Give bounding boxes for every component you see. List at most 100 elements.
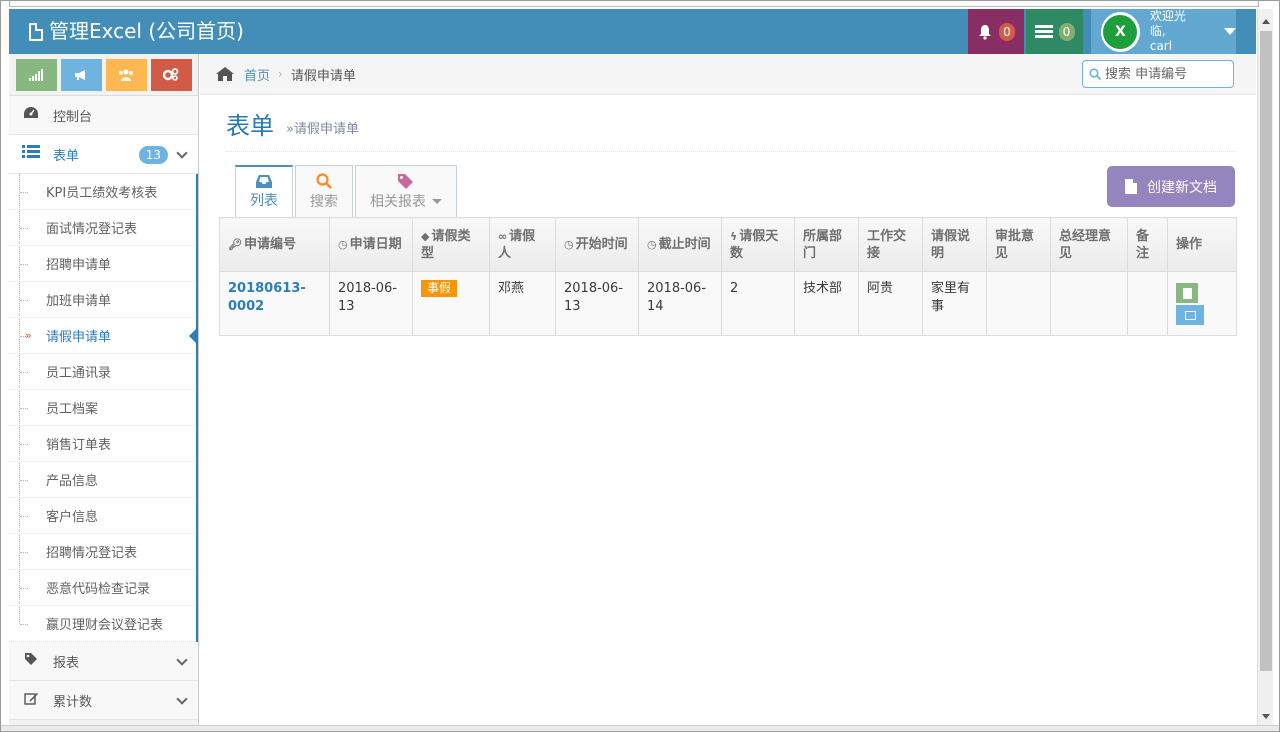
sidebar-shortcuts — [9, 54, 198, 96]
column-header-handover[interactable]: 工作交接 — [858, 217, 923, 272]
cell-actions — [1167, 271, 1237, 336]
scroll-down-arrow-icon[interactable] — [1262, 714, 1270, 719]
file-icon — [1182, 287, 1192, 299]
column-header-reason[interactable]: 请假说明 — [922, 217, 987, 272]
page-subtitle: »请假申请单 — [286, 121, 359, 137]
chevron-down-icon — [176, 693, 188, 705]
column-header-dept[interactable]: 所属部门 — [794, 217, 859, 272]
submenu-item[interactable]: 加班申请单 — [9, 282, 196, 318]
submenu-item[interactable]: 赢贝理财会议登记表 — [9, 606, 196, 642]
tag-icon: ◆ — [421, 229, 430, 243]
breadcrumb-home-link[interactable]: 首页 — [244, 65, 270, 84]
tab-label: 相关报表 — [370, 193, 426, 210]
home-icon[interactable] — [216, 67, 234, 81]
column-header-approval[interactable]: 审批意见 — [986, 217, 1051, 272]
clock-icon: ◷ — [338, 238, 348, 251]
breadcrumb: 首页 › 请假申请单 — [200, 54, 1256, 95]
table-header-row: 🔑︎ 申请编号 ◷ 申请日期 ◆ 请假类型 ∞ 请假人 ◷ 开始时间 ◷ 截止时间 ϟ 请假天… — [219, 217, 1237, 272]
column-header-days[interactable]: ϟ 请假天数 — [721, 217, 795, 272]
user-menu[interactable]: X 欢迎光临, carl — [1091, 9, 1236, 54]
column-header-gm-opinion[interactable]: 总经理意见 — [1050, 217, 1128, 272]
shortcut-settings-button[interactable] — [150, 58, 192, 91]
submenu-item[interactable]: 面试情况登记表 — [9, 210, 196, 246]
submenu-item[interactable]: 客户信息 — [9, 498, 196, 534]
column-header-id[interactable]: 🔑︎ 申请编号 — [219, 217, 330, 272]
submenu-item[interactable]: 招聘情况登记表 — [9, 534, 196, 570]
column-header-end[interactable]: ◷ 截止时间 — [638, 217, 722, 272]
view-document-button[interactable] — [1176, 283, 1198, 303]
submenu-item[interactable]: 产品信息 — [9, 462, 196, 498]
shortcut-stats-button[interactable] — [15, 58, 57, 91]
tab-label: 列表 — [250, 193, 278, 209]
column-header-label: 开始时间 — [575, 237, 628, 252]
chevron-down-icon — [176, 654, 188, 666]
submenu-item[interactable]: 恶意代码检查记录 — [9, 570, 196, 606]
create-document-button[interactable]: 创建新文档 — [1107, 166, 1235, 207]
breadcrumb-separator-icon: › — [278, 67, 283, 81]
app-brand[interactable]: 管理Excel (公司首页) — [29, 9, 244, 54]
tags-icon — [398, 173, 413, 189]
column-header-person[interactable]: ∞ 请假人 — [489, 217, 556, 272]
signal-icon — [29, 68, 43, 81]
tab-related-reports[interactable]: 相关报表 — [355, 165, 457, 217]
record-id-link[interactable]: 20180613-0002 — [228, 281, 306, 314]
sidebar-item-cumulative[interactable]: 累计数 — [9, 681, 198, 720]
sidebar-item-dashboard[interactable]: 控制台 — [9, 96, 198, 135]
submenu-item[interactable]: 员工通讯录 — [9, 354, 196, 390]
shortcut-users-button[interactable] — [105, 58, 147, 91]
submenu-item[interactable]: KPI员工绩效考核表 — [9, 174, 196, 210]
sidebar-item-reports[interactable]: 报表 — [9, 642, 198, 681]
column-header-label: 申请编号 — [243, 237, 296, 252]
bullhorn-icon — [75, 69, 85, 80]
forms-submenu: KPI员工绩效考核表 面试情况登记表 招聘申请单 加班申请单 » 请假申请单 员… — [9, 174, 198, 642]
view-tabs: 列表 搜索 相关报表 — [235, 165, 457, 218]
scroll-up-arrow-icon[interactable] — [1262, 19, 1270, 24]
sidebar-item-forms[interactable]: 表单 13 — [9, 135, 198, 174]
avatar: X — [1101, 11, 1140, 52]
tab-search[interactable]: 搜索 — [295, 165, 353, 217]
vertical-scrollbar[interactable] — [1257, 9, 1273, 725]
sidebar-item-label: 表单 — [53, 148, 80, 164]
cell-date: 2018-06-13 — [329, 271, 413, 336]
tab-list[interactable]: 列表 — [235, 165, 293, 218]
tab-label-wrap: 相关报表 — [370, 191, 442, 211]
tab-label: 搜索 — [310, 193, 338, 210]
shortcut-announce-button[interactable] — [60, 58, 102, 91]
cell-id: 20180613-0002 — [219, 271, 330, 336]
search-icon — [1089, 68, 1101, 80]
cell-gm-opinion — [1050, 271, 1128, 336]
page-title: 表单 — [226, 111, 274, 140]
scrollbar-thumb[interactable] — [1260, 31, 1272, 671]
column-header-date[interactable]: ◷ 申请日期 — [329, 217, 413, 272]
sidebar-item-label: 控制台 — [53, 109, 93, 125]
search-icon — [316, 172, 332, 189]
dashboard-icon — [21, 106, 41, 124]
column-header-actions: 操作 — [1167, 217, 1237, 272]
submenu-item[interactable]: 员工档案 — [9, 390, 196, 426]
cell-remark — [1127, 271, 1168, 336]
submenu-item[interactable]: 招聘申请单 — [9, 246, 196, 282]
messages-button[interactable]: 0 — [1026, 9, 1083, 54]
key-icon: 🔑︎ — [228, 238, 242, 251]
submenu-item-active[interactable]: » 请假申请单 — [9, 318, 198, 354]
column-header-type[interactable]: ◆ 请假类型 — [412, 217, 490, 272]
leave-type-label: 事假 — [421, 280, 458, 297]
list-icon — [21, 145, 41, 163]
submenu-item[interactable]: 销售订单表 — [9, 426, 196, 462]
notifications-button[interactable]: 0 — [968, 9, 1024, 54]
page-header: 表单 »请假申请单 — [226, 95, 1236, 152]
column-header-remark[interactable]: 备注 — [1127, 217, 1168, 272]
user-info: 欢迎光临, carl — [1150, 9, 1200, 54]
column-header-start[interactable]: ◷ 开始时间 — [555, 217, 639, 272]
cell-handover: 阿贵 — [858, 271, 923, 336]
caret-down-icon — [1224, 28, 1236, 35]
file-icon — [29, 22, 43, 41]
edit-icon — [21, 691, 41, 709]
records-table: 🔑︎ 申请编号 ◷ 申请日期 ◆ 请假类型 ∞ 请假人 ◷ 开始时间 ◷ 截止时间 ϟ 请假天… — [219, 217, 1237, 336]
edit-document-button[interactable] — [1176, 305, 1204, 325]
search-input[interactable] — [1105, 66, 1223, 82]
clock-icon: ◷ — [564, 238, 574, 251]
link-icon: ∞ — [498, 229, 508, 243]
bolt-icon: ϟ — [730, 229, 738, 243]
cell-dept: 技术部 — [794, 271, 859, 336]
